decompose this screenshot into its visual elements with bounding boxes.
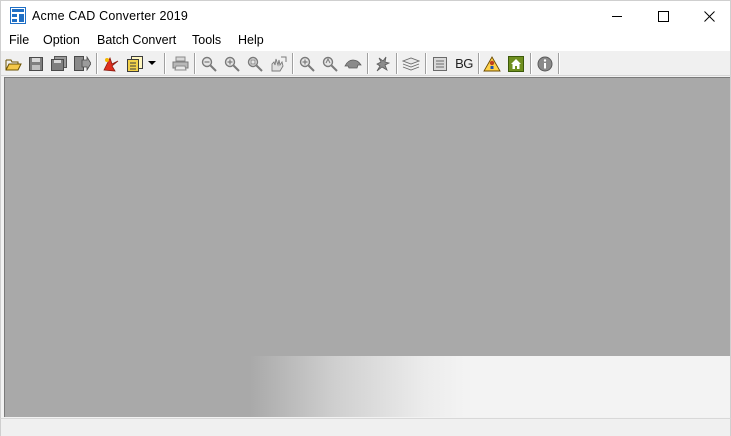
view-icon <box>344 58 362 70</box>
zoom-extents-button[interactable] <box>297 54 317 73</box>
pan-button[interactable] <box>268 54 288 73</box>
redraw-icon <box>374 56 390 72</box>
menu-option[interactable]: Option <box>43 33 80 47</box>
convert-icon <box>102 56 120 72</box>
toolbar: BG <box>0 51 731 76</box>
toolbar-separator <box>558 53 560 74</box>
canvas-lower-area <box>5 356 730 417</box>
zoom-extents-icon <box>299 56 315 72</box>
menu-batch-convert[interactable]: Batch Convert <box>97 33 176 47</box>
drawing-canvas[interactable] <box>4 77 730 417</box>
layers-button[interactable] <box>401 54 421 73</box>
zoom-out-icon <box>201 56 217 72</box>
canvas-view-area[interactable] <box>5 78 730 356</box>
toolbar-separator <box>292 53 294 74</box>
menu-file[interactable]: File <box>9 33 29 47</box>
toolbar-separator <box>96 53 98 74</box>
minimize-button[interactable] <box>594 1 640 31</box>
window-title: Acme CAD Converter 2019 <box>32 9 189 23</box>
toolbar-separator <box>396 53 398 74</box>
zoom-realtime-button[interactable] <box>320 54 340 73</box>
app-logo-icon <box>10 7 26 24</box>
info-icon <box>537 56 553 72</box>
background-color-button[interactable]: BG <box>453 54 475 73</box>
convert-button[interactable] <box>101 54 121 73</box>
save-button[interactable] <box>26 54 46 73</box>
zoom-in-button[interactable] <box>222 54 242 73</box>
batch-convert-button[interactable] <box>125 54 145 73</box>
menu-tools[interactable]: Tools <box>192 33 221 47</box>
properties-button[interactable] <box>430 54 450 73</box>
menu-help[interactable]: Help <box>238 33 264 47</box>
print-icon <box>172 56 189 71</box>
toolbar-separator <box>367 53 369 74</box>
zoom-realtime-icon <box>322 56 338 72</box>
home-icon <box>508 55 524 72</box>
save-all-button[interactable] <box>49 54 69 73</box>
title-bar: Acme CAD Converter 2019 <box>0 0 731 30</box>
layers-icon <box>402 57 420 71</box>
warning-button[interactable] <box>482 54 502 73</box>
status-bar <box>0 418 731 436</box>
info-button[interactable] <box>535 54 555 73</box>
maximize-icon <box>657 10 669 22</box>
warning-icon <box>483 55 501 72</box>
open-folder-icon <box>5 57 22 71</box>
workspace <box>0 76 731 418</box>
batch-convert-icon <box>126 55 144 72</box>
export-button[interactable] <box>72 54 92 73</box>
minimize-icon <box>611 11 623 22</box>
save-icon <box>29 56 43 71</box>
close-icon <box>703 10 715 22</box>
home-button[interactable] <box>506 54 526 73</box>
print-button[interactable] <box>170 54 190 73</box>
close-button[interactable] <box>686 1 731 31</box>
batch-convert-dropdown[interactable] <box>146 54 158 73</box>
menu-bar: File Option Batch Convert Tools Help <box>0 30 731 51</box>
background-color-label: BG <box>455 56 473 71</box>
toolbar-separator <box>194 53 196 74</box>
dropdown-arrow-icon <box>148 61 156 66</box>
export-icon <box>73 56 91 71</box>
zoom-out-button[interactable] <box>199 54 219 73</box>
toolbar-separator <box>164 53 166 74</box>
toolbar-separator <box>478 53 480 74</box>
toolbar-separator <box>530 53 532 74</box>
maximize-button[interactable] <box>640 1 686 31</box>
open-button[interactable] <box>3 54 23 73</box>
properties-icon <box>433 56 447 71</box>
save-all-icon <box>51 56 67 71</box>
zoom-in-icon <box>224 56 240 72</box>
pan-icon <box>269 56 287 72</box>
zoom-window-icon <box>247 56 263 72</box>
toolbar-separator <box>425 53 427 74</box>
view-button[interactable] <box>343 54 363 73</box>
redraw-button[interactable] <box>372 54 392 73</box>
zoom-window-button[interactable] <box>245 54 265 73</box>
